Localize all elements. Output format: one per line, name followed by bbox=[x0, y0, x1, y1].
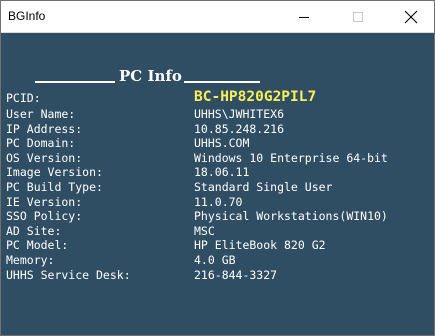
info-list: PCID: BC-HP820G2PIL7 User Name: UHHS\JWH… bbox=[6, 89, 434, 283]
info-value: Physical Workstations(WIN10) bbox=[194, 209, 388, 224]
close-icon bbox=[404, 10, 418, 23]
info-label: UHHS Service Desk: bbox=[6, 267, 131, 282]
bginfo-window: BGInfo PC Info PCID: BC-HP820G2PIL7 User… bbox=[0, 0, 435, 336]
info-label: User Name: bbox=[6, 107, 76, 121]
info-value: 216-844-3327 bbox=[194, 267, 278, 282]
info-value: 4.0 GB bbox=[194, 252, 236, 267]
info-value: UHHS.COM bbox=[194, 136, 250, 151]
info-label: PC Build Type: bbox=[6, 179, 103, 194]
heading-underline-right bbox=[183, 80, 260, 83]
info-label: Image Version: bbox=[6, 165, 103, 180]
info-label: SSO Policy: bbox=[6, 209, 83, 224]
minimize-button[interactable] bbox=[281, 1, 327, 32]
info-row-os-version: OS Version: Windows 10 Enterprise 64-bit bbox=[6, 150, 434, 166]
info-row-pc-domain: PC Domain: UHHS.COM bbox=[6, 136, 434, 151]
maximize-icon bbox=[353, 11, 363, 22]
info-label: OS Version: bbox=[6, 150, 83, 165]
info-label: PCID: bbox=[6, 91, 41, 105]
info-label: IE Version: bbox=[6, 194, 83, 209]
info-label: IP Address: bbox=[6, 121, 83, 136]
heading-underline-left bbox=[35, 80, 115, 83]
info-label: PC Model: bbox=[6, 238, 69, 253]
info-row-sso-policy: SSO Policy: Physical Workstations(WIN10) bbox=[6, 209, 434, 224]
info-label: PC Domain: bbox=[6, 136, 76, 151]
info-row-pc-build-type: PC Build Type: Standard Single User bbox=[6, 179, 434, 195]
info-value: 11.0.70 bbox=[194, 194, 243, 209]
info-value: Windows 10 Enterprise 64-bit bbox=[194, 150, 388, 165]
window-title: BGInfo bbox=[8, 9, 46, 23]
info-row-memory: Memory: 4.0 GB bbox=[6, 252, 434, 268]
info-row-image-version: Image Version: 18.06.11 bbox=[6, 165, 434, 180]
info-label: AD Site: bbox=[6, 223, 62, 238]
info-value: Standard Single User bbox=[194, 179, 333, 194]
minimize-icon bbox=[299, 16, 309, 18]
info-row-ip-address: IP Address: 10.85.248.216 bbox=[6, 121, 434, 137]
info-row-service-desk: UHHS Service Desk: 216-844-3327 bbox=[6, 267, 434, 283]
info-row-ie-version: IE Version: 11.0.70 bbox=[6, 194, 434, 210]
info-value: 10.85.248.216 bbox=[194, 121, 285, 136]
info-value: HP EliteBook 820 G2 bbox=[194, 238, 326, 253]
info-value: MSC bbox=[194, 223, 215, 238]
heading-text: PC Info bbox=[119, 67, 182, 85]
info-row-pc-model: PC Model: HP EliteBook 820 G2 bbox=[6, 238, 434, 253]
close-button[interactable] bbox=[388, 1, 434, 32]
section-heading: PC Info bbox=[35, 67, 260, 85]
info-row-pcid: PCID: BC-HP820G2PIL7 bbox=[6, 89, 434, 107]
maximize-button[interactable] bbox=[335, 1, 381, 32]
title-bar[interactable]: BGInfo bbox=[1, 1, 434, 33]
info-value: BC-HP820G2PIL7 bbox=[194, 89, 317, 105]
info-label: Memory: bbox=[6, 252, 55, 267]
info-row-ad-site: AD Site: MSC bbox=[6, 223, 434, 239]
info-row-user-name: User Name: UHHS\JWHITEX6 bbox=[6, 107, 434, 122]
info-value: UHHS\JWHITEX6 bbox=[194, 107, 285, 121]
info-value: 18.06.11 bbox=[194, 165, 250, 180]
info-panel: PC Info PCID: BC-HP820G2PIL7 User Name: … bbox=[1, 33, 434, 335]
